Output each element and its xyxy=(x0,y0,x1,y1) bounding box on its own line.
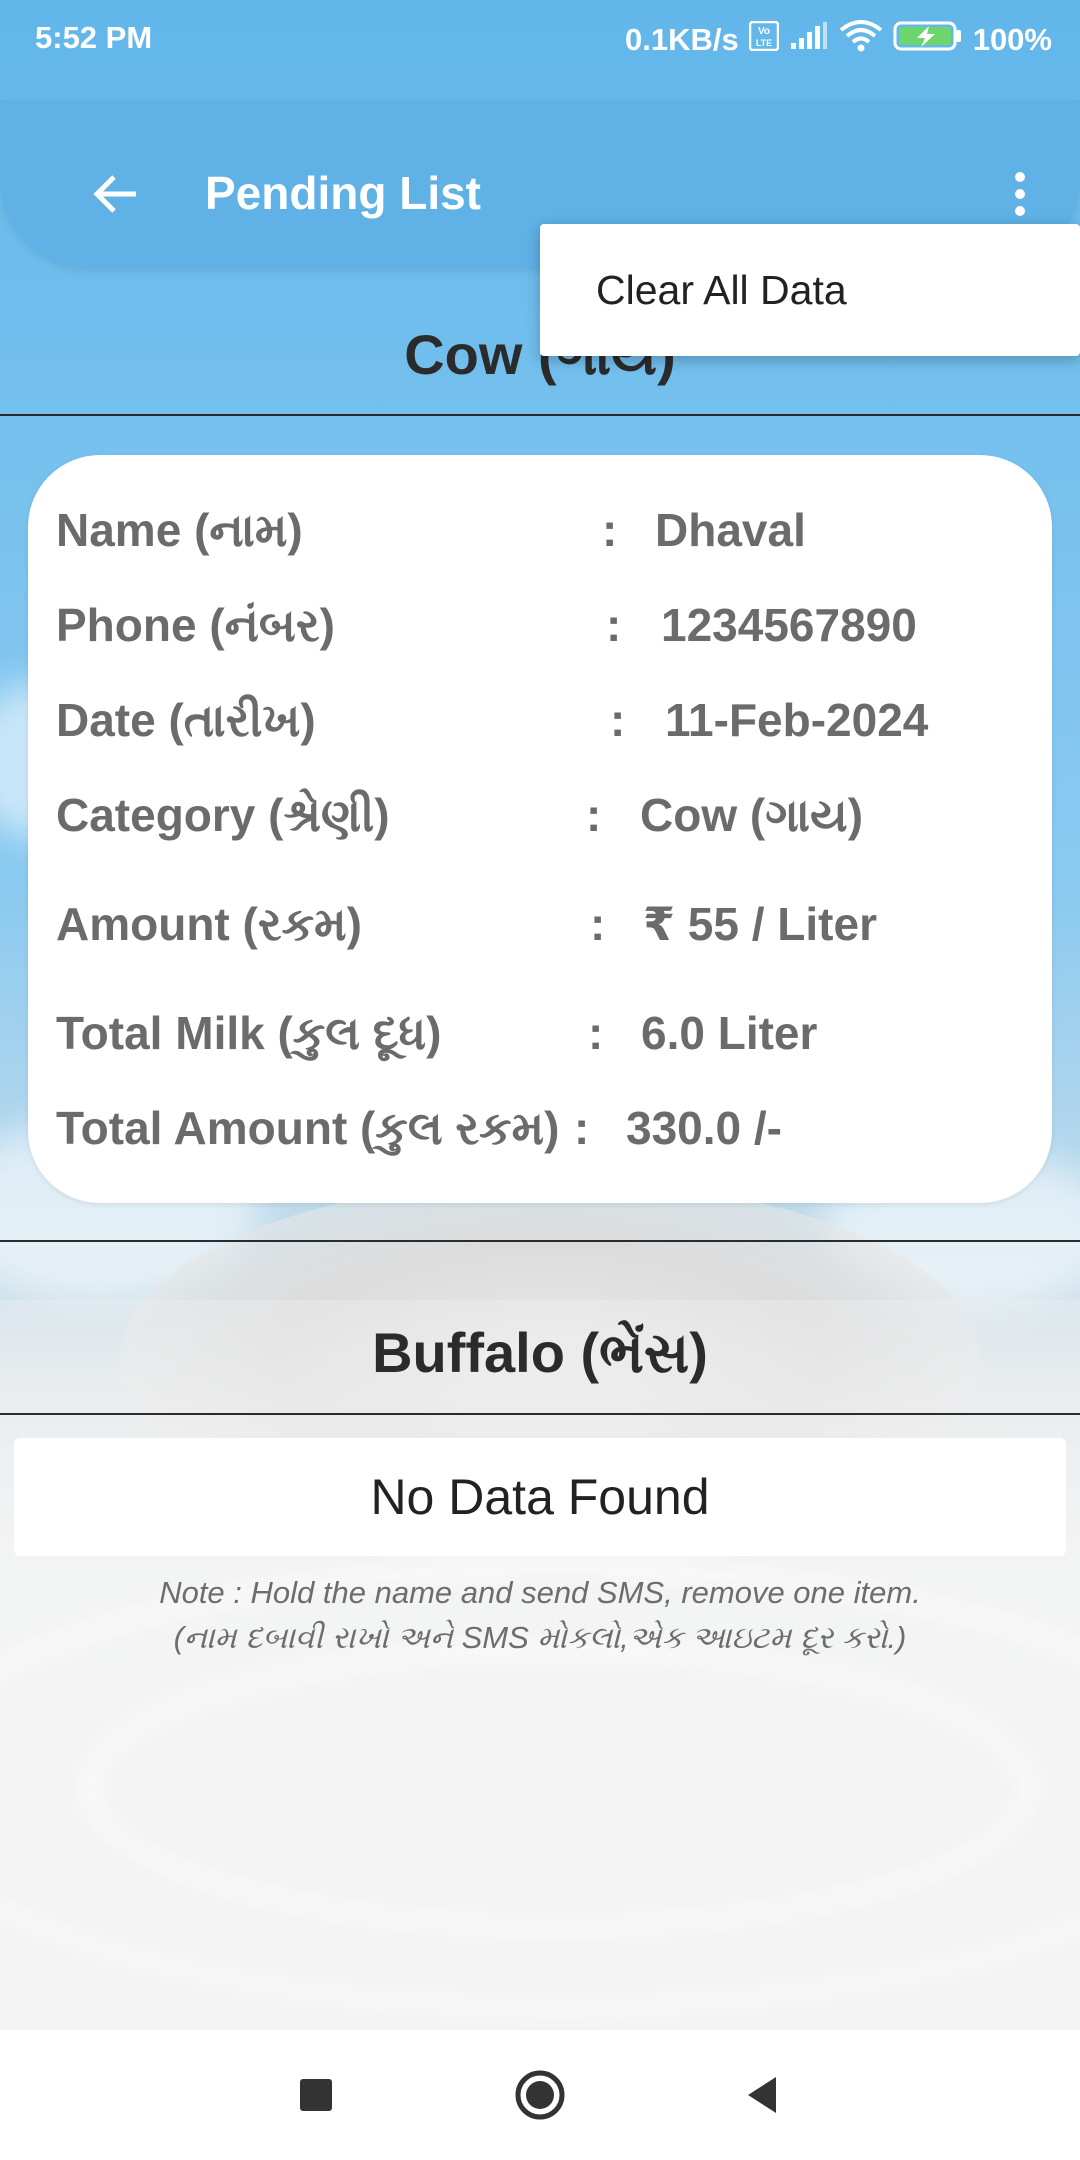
divider xyxy=(0,1240,1080,1242)
divider xyxy=(0,1413,1080,1415)
row-colon: : xyxy=(610,694,626,746)
divider xyxy=(0,414,1080,416)
buffalo-section-title: Buffalo (ભેંસ) xyxy=(372,1321,708,1384)
record-row-amount: Amount (રકમ) : ₹ 55 / Liter xyxy=(28,897,1052,957)
row-value: 6.0 Liter xyxy=(641,1007,818,1059)
status-bar: 5:52 PM 0.1KB/s Vo LTE 100% xyxy=(0,0,1080,76)
battery-charging-icon xyxy=(893,20,963,60)
volte-icon: Vo LTE xyxy=(748,20,779,59)
row-label: Total Amount (કુલ રકમ) xyxy=(56,1102,560,1154)
row-label: Total Milk (કુલ દૂધ) xyxy=(56,1007,442,1059)
record-row-total-milk: Total Milk (કુલ દૂધ) : 6.0 Liter xyxy=(28,1006,1052,1066)
status-time: 5:52 PM xyxy=(35,20,153,55)
record-row-category: Category (શ્રેણી) : Cow (ગાય) xyxy=(28,788,1052,848)
row-value: Cow (ગાય) xyxy=(640,789,864,841)
recents-button[interactable] xyxy=(276,2055,356,2135)
row-colon: : xyxy=(606,599,622,651)
status-icons: 0.1KB/s Vo LTE 100% xyxy=(625,20,1052,60)
row-value: Dhaval xyxy=(655,504,806,556)
row-colon: : xyxy=(586,789,602,841)
note-text: Note : Hold the name and send SMS, remov… xyxy=(159,1575,921,1610)
record-row-date: Date (તારીખ) : 11-Feb-2024 xyxy=(28,693,1052,753)
row-value: 11-Feb-2024 xyxy=(665,694,929,746)
page-title: Pending List xyxy=(205,167,481,219)
row-label: Amount (રકમ) xyxy=(56,898,362,950)
signal-icon xyxy=(789,21,829,59)
row-colon: : xyxy=(602,504,618,556)
svg-text:LTE: LTE xyxy=(756,38,772,48)
row-value: ₹ 55 / Liter xyxy=(643,898,877,950)
network-speed: 0.1KB/s xyxy=(624,22,739,57)
more-options-button[interactable] xyxy=(998,158,1042,230)
wifi-icon xyxy=(839,20,883,60)
nav-back-button[interactable] xyxy=(722,2055,802,2135)
back-button[interactable] xyxy=(80,158,152,230)
arrow-left-icon xyxy=(93,175,136,213)
row-value: 330.0 /- xyxy=(626,1102,782,1154)
note-text-gujarati: (નામ દબાવી રાખો અને SMS મોકલો,એક આઇટમ દૂ… xyxy=(173,1620,907,1655)
record-row-phone: Phone (નંબર) : 1234567890 xyxy=(28,598,1052,658)
row-colon: : xyxy=(588,1007,604,1059)
triangle-back-icon xyxy=(748,2077,776,2113)
row-label: Date (તારીખ) xyxy=(56,694,316,746)
record-row-total-amount: Total Amount (કુલ રકમ) : 330.0 /- xyxy=(28,1101,1052,1161)
row-label: Category (શ્રેણી) xyxy=(56,789,390,841)
more-vert-icon xyxy=(1015,172,1025,182)
menu-item-clear-all-data[interactable]: Clear All Data xyxy=(540,224,1080,356)
record-row-name: Name (નામ) : Dhaval xyxy=(28,503,1052,563)
empty-state-message: No Data Found xyxy=(14,1438,1066,1556)
row-value: 1234567890 xyxy=(661,599,917,651)
svg-text:Vo: Vo xyxy=(758,26,770,37)
system-nav-bar xyxy=(0,2030,1080,2160)
row-label: Name (નામ) xyxy=(56,504,303,556)
row-label: Phone (નંબર) xyxy=(56,599,335,651)
battery-percent: 100% xyxy=(972,22,1052,57)
circle-icon xyxy=(515,2070,565,2120)
overflow-menu: Clear All Data xyxy=(540,224,1080,356)
row-colon: : xyxy=(590,898,606,950)
square-icon xyxy=(300,2079,332,2111)
pending-record-card[interactable]: Name (નામ) : Dhaval Phone (નંબર) : 12345… xyxy=(28,455,1052,1203)
row-colon: : xyxy=(574,1102,590,1154)
home-button[interactable] xyxy=(500,2055,580,2135)
